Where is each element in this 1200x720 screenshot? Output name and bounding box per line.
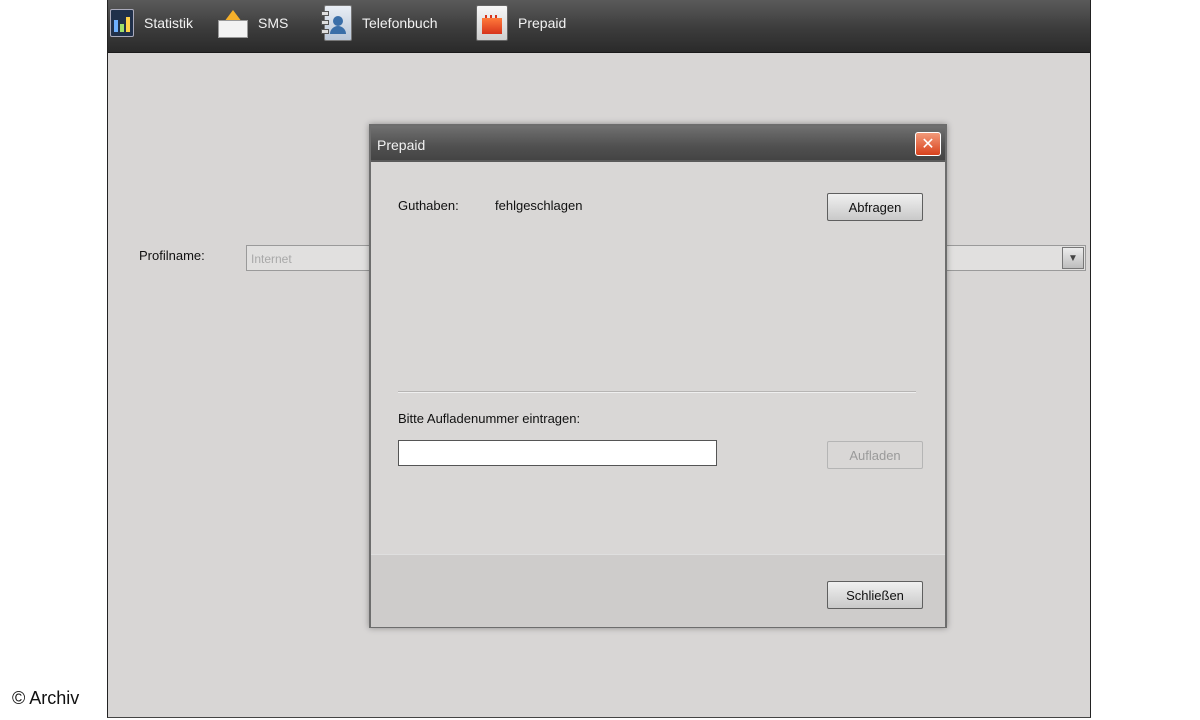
balance-value: fehlgeschlagen	[495, 198, 583, 213]
recharge-label: Bitte Aufladenummer eintragen:	[398, 411, 581, 426]
toolbar-item-telefonbuch[interactable]: Telefonbuch	[321, 0, 438, 46]
toolbar: Statistik SMS Telefonbuch Prepaid	[108, 0, 1090, 53]
balance-label: Guthaben:	[398, 198, 459, 213]
app-window: Statistik SMS Telefonbuch Prepaid Profil…	[107, 0, 1091, 718]
dialog-title-bar[interactable]: Prepaid ✕	[371, 126, 945, 162]
prepaid-dialog: Prepaid ✕ Guthaben: fehlgeschlagen Abfra…	[369, 124, 947, 628]
toolbar-item-label: SMS	[258, 15, 289, 31]
query-button[interactable]: Abfragen	[827, 193, 923, 221]
divider	[398, 391, 916, 393]
toolbar-item-label: Telefonbuch	[362, 15, 438, 31]
recharge-number-input[interactable]	[398, 440, 717, 466]
recharge-button[interactable]: Aufladen	[827, 441, 923, 469]
phonebook-icon	[321, 5, 352, 41]
close-button[interactable]: Schließen	[827, 581, 923, 609]
dialog-title: Prepaid	[377, 137, 426, 153]
copyright-watermark: © Archiv	[12, 688, 80, 708]
prepaid-card-icon	[476, 5, 508, 41]
chart-icon	[110, 9, 134, 37]
toolbar-item-statistik[interactable]: Statistik	[110, 0, 193, 46]
envelope-icon	[218, 10, 248, 38]
dialog-footer: Schließen	[371, 554, 945, 627]
profile-name-value: Internet	[251, 252, 292, 266]
close-icon[interactable]: ✕	[915, 132, 941, 156]
toolbar-item-label: Statistik	[144, 15, 194, 31]
toolbar-item-label: Prepaid	[518, 15, 567, 31]
profile-name-label: Profilname:	[139, 248, 205, 263]
chevron-down-icon[interactable]: ▼	[1062, 247, 1084, 269]
toolbar-item-prepaid[interactable]: Prepaid	[476, 0, 566, 46]
toolbar-item-sms[interactable]: SMS	[218, 0, 288, 46]
